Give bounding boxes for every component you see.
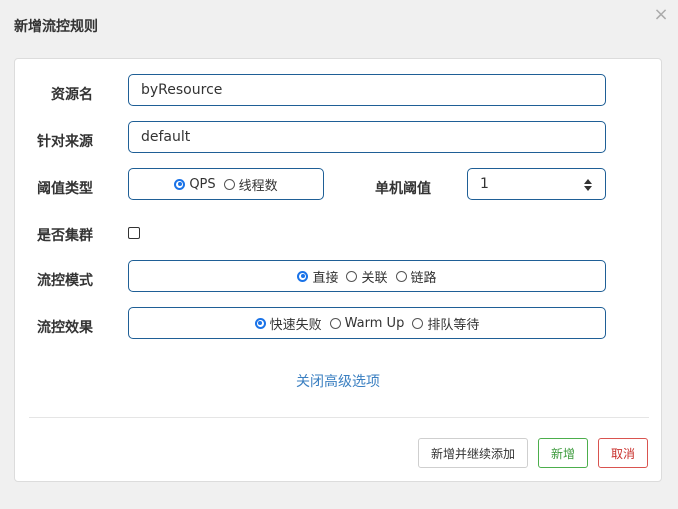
advanced-options-toggle[interactable]: 关闭高级选项: [15, 371, 661, 391]
single-threshold-wrap: [467, 168, 606, 200]
radio-checked-icon: [174, 178, 186, 190]
option-label: 排队等待: [427, 317, 480, 333]
threshold-type-qps[interactable]: QPS: [174, 176, 216, 192]
close-icon[interactable]: ×: [652, 4, 670, 26]
threshold-type-threads[interactable]: 线程数: [223, 175, 278, 194]
flow-mode-group: 直接 关联 链路: [128, 260, 606, 292]
form-panel: 资源名 针对来源 阈值类型 QPS 线程数 单机阈值: [14, 58, 662, 482]
source-input[interactable]: [129, 122, 605, 152]
dialog: 新增流控规则 × 资源名 针对来源 阈值类型 QPS 线程数: [0, 0, 678, 509]
option-label: Warm Up: [344, 315, 405, 331]
flow-effect-warm-up[interactable]: Warm Up: [329, 315, 405, 331]
add-button[interactable]: 新增: [538, 438, 588, 468]
cluster-checkbox[interactable]: [128, 227, 140, 239]
radio-icon: [412, 317, 424, 329]
single-threshold-label: 单机阈值: [375, 181, 431, 197]
add-and-continue-button[interactable]: 新增并继续添加: [418, 438, 528, 468]
radio-checked-icon: [254, 317, 266, 329]
option-label: QPS: [189, 176, 216, 192]
option-label: 直接: [312, 270, 339, 286]
resource-input[interactable]: [129, 75, 605, 105]
source-field-wrap: [128, 121, 606, 153]
spinner-up-icon: [584, 179, 592, 184]
source-label: 针对来源: [37, 134, 93, 150]
radio-icon: [329, 317, 341, 329]
resource-field-wrap: [128, 74, 606, 106]
cancel-button[interactable]: 取消: [598, 438, 648, 468]
flow-effect-label: 流控效果: [37, 320, 93, 336]
radio-icon: [223, 178, 235, 190]
flow-mode-direct[interactable]: 直接: [297, 267, 338, 286]
option-label: 链路: [410, 270, 437, 286]
flow-effect-fail-fast[interactable]: 快速失败: [254, 314, 322, 333]
option-label: 快速失败: [269, 317, 322, 333]
flow-effect-group: 快速失败 Warm Up 排队等待: [128, 307, 606, 339]
footer-divider: [29, 417, 649, 418]
number-spinner-icon[interactable]: [583, 177, 593, 193]
flow-mode-chain[interactable]: 链路: [395, 267, 437, 286]
option-label: 关联: [361, 270, 388, 286]
radio-checked-icon: [297, 270, 309, 282]
threshold-type-group: QPS 线程数: [128, 168, 324, 200]
flow-effect-queue[interactable]: 排队等待: [412, 314, 479, 333]
spinner-down-icon: [584, 186, 592, 191]
radio-icon: [346, 270, 358, 282]
cluster-label: 是否集群: [37, 228, 93, 244]
resource-label: 资源名: [51, 87, 93, 103]
option-label: 线程数: [238, 178, 278, 194]
flow-mode-relate[interactable]: 关联: [346, 267, 388, 286]
threshold-type-label: 阈值类型: [37, 181, 93, 197]
dialog-title: 新增流控规则: [14, 19, 98, 35]
radio-icon: [395, 270, 407, 282]
flow-mode-label: 流控模式: [37, 273, 93, 289]
